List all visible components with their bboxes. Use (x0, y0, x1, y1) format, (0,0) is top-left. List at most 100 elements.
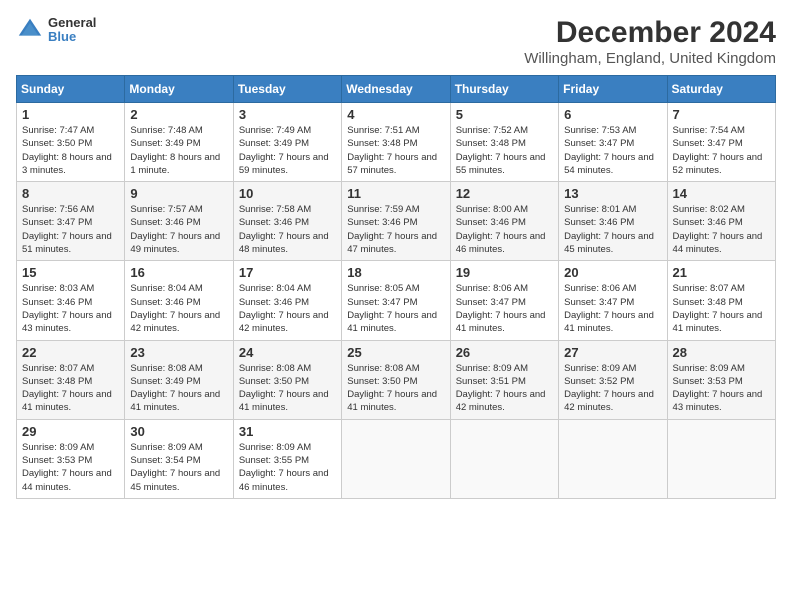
sunset-label: Sunset: 3:51 PM (456, 376, 526, 387)
calendar-week-2: 8 Sunrise: 7:56 AM Sunset: 3:47 PM Dayli… (17, 182, 776, 261)
sunrise-label: Sunrise: 8:09 AM (456, 363, 528, 374)
sunset-label: Sunset: 3:53 PM (22, 455, 92, 466)
day-number: 24 (239, 345, 336, 360)
weekday-header-wednesday: Wednesday (342, 76, 450, 103)
daylight-label: Daylight: 7 hours and 42 minutes. (564, 389, 654, 413)
calendar-cell: 11 Sunrise: 7:59 AM Sunset: 3:46 PM Dayl… (342, 182, 450, 261)
calendar-cell: 29 Sunrise: 8:09 AM Sunset: 3:53 PM Dayl… (17, 419, 125, 498)
day-number: 30 (130, 424, 227, 439)
day-number: 31 (239, 424, 336, 439)
sunrise-label: Sunrise: 7:49 AM (239, 125, 311, 136)
day-info: Sunrise: 8:09 AM Sunset: 3:53 PM Dayligh… (22, 441, 119, 494)
daylight-label: Daylight: 7 hours and 45 minutes. (130, 468, 220, 492)
calendar-cell: 15 Sunrise: 8:03 AM Sunset: 3:46 PM Dayl… (17, 261, 125, 340)
calendar-cell: 5 Sunrise: 7:52 AM Sunset: 3:48 PM Dayli… (450, 103, 558, 182)
calendar-cell: 26 Sunrise: 8:09 AM Sunset: 3:51 PM Dayl… (450, 340, 558, 419)
calendar-cell: 1 Sunrise: 7:47 AM Sunset: 3:50 PM Dayli… (17, 103, 125, 182)
sunset-label: Sunset: 3:46 PM (130, 297, 200, 308)
daylight-label: Daylight: 7 hours and 49 minutes. (130, 231, 220, 255)
calendar-cell: 31 Sunrise: 8:09 AM Sunset: 3:55 PM Dayl… (233, 419, 341, 498)
subtitle: Willingham, England, United Kingdom (524, 50, 776, 67)
day-number: 1 (22, 107, 119, 122)
sunset-label: Sunset: 3:48 PM (347, 138, 417, 149)
daylight-label: Daylight: 8 hours and 3 minutes. (22, 152, 112, 176)
day-number: 19 (456, 265, 553, 280)
day-number: 23 (130, 345, 227, 360)
sunrise-label: Sunrise: 8:06 AM (456, 283, 528, 294)
sunset-label: Sunset: 3:49 PM (130, 138, 200, 149)
calendar-cell (667, 419, 775, 498)
calendar-week-1: 1 Sunrise: 7:47 AM Sunset: 3:50 PM Dayli… (17, 103, 776, 182)
sunset-label: Sunset: 3:50 PM (347, 376, 417, 387)
day-number: 22 (22, 345, 119, 360)
sunset-label: Sunset: 3:46 PM (456, 217, 526, 228)
calendar-week-3: 15 Sunrise: 8:03 AM Sunset: 3:46 PM Dayl… (17, 261, 776, 340)
day-number: 27 (564, 345, 661, 360)
logo-icon (16, 16, 44, 44)
daylight-label: Daylight: 7 hours and 41 minutes. (673, 310, 763, 334)
calendar-cell: 7 Sunrise: 7:54 AM Sunset: 3:47 PM Dayli… (667, 103, 775, 182)
calendar-body: 1 Sunrise: 7:47 AM Sunset: 3:50 PM Dayli… (17, 103, 776, 499)
main-title: December 2024 (524, 16, 776, 50)
sunset-label: Sunset: 3:50 PM (22, 138, 92, 149)
day-info: Sunrise: 8:00 AM Sunset: 3:46 PM Dayligh… (456, 203, 553, 256)
sunrise-label: Sunrise: 8:04 AM (239, 283, 311, 294)
calendar-week-4: 22 Sunrise: 8:07 AM Sunset: 3:48 PM Dayl… (17, 340, 776, 419)
day-number: 18 (347, 265, 444, 280)
calendar-cell: 12 Sunrise: 8:00 AM Sunset: 3:46 PM Dayl… (450, 182, 558, 261)
day-number: 6 (564, 107, 661, 122)
calendar-cell: 14 Sunrise: 8:02 AM Sunset: 3:46 PM Dayl… (667, 182, 775, 261)
title-area: December 2024 Willingham, England, Unite… (524, 16, 776, 67)
calendar-cell: 13 Sunrise: 8:01 AM Sunset: 3:46 PM Dayl… (559, 182, 667, 261)
day-info: Sunrise: 8:09 AM Sunset: 3:55 PM Dayligh… (239, 441, 336, 494)
day-number: 7 (673, 107, 770, 122)
daylight-label: Daylight: 7 hours and 43 minutes. (22, 310, 112, 334)
weekday-header-friday: Friday (559, 76, 667, 103)
logo-blue: Blue (48, 30, 96, 44)
day-number: 11 (347, 186, 444, 201)
calendar-cell: 25 Sunrise: 8:08 AM Sunset: 3:50 PM Dayl… (342, 340, 450, 419)
sunrise-label: Sunrise: 8:09 AM (130, 442, 202, 453)
calendar-cell: 2 Sunrise: 7:48 AM Sunset: 3:49 PM Dayli… (125, 103, 233, 182)
sunrise-label: Sunrise: 7:56 AM (22, 204, 94, 215)
day-info: Sunrise: 8:02 AM Sunset: 3:46 PM Dayligh… (673, 203, 770, 256)
sunset-label: Sunset: 3:55 PM (239, 455, 309, 466)
sunrise-label: Sunrise: 8:00 AM (456, 204, 528, 215)
day-info: Sunrise: 8:08 AM Sunset: 3:49 PM Dayligh… (130, 362, 227, 415)
day-info: Sunrise: 7:51 AM Sunset: 3:48 PM Dayligh… (347, 124, 444, 177)
weekday-header-row: SundayMondayTuesdayWednesdayThursdayFrid… (17, 76, 776, 103)
sunset-label: Sunset: 3:46 PM (673, 217, 743, 228)
day-number: 15 (22, 265, 119, 280)
sunrise-label: Sunrise: 8:09 AM (673, 363, 745, 374)
sunset-label: Sunset: 3:47 PM (456, 297, 526, 308)
day-info: Sunrise: 7:47 AM Sunset: 3:50 PM Dayligh… (22, 124, 119, 177)
sunrise-label: Sunrise: 8:09 AM (22, 442, 94, 453)
day-info: Sunrise: 8:08 AM Sunset: 3:50 PM Dayligh… (239, 362, 336, 415)
day-info: Sunrise: 7:57 AM Sunset: 3:46 PM Dayligh… (130, 203, 227, 256)
day-info: Sunrise: 8:09 AM Sunset: 3:54 PM Dayligh… (130, 441, 227, 494)
daylight-label: Daylight: 7 hours and 44 minutes. (673, 231, 763, 255)
sunrise-label: Sunrise: 8:02 AM (673, 204, 745, 215)
day-info: Sunrise: 8:05 AM Sunset: 3:47 PM Dayligh… (347, 282, 444, 335)
sunrise-label: Sunrise: 7:58 AM (239, 204, 311, 215)
day-number: 29 (22, 424, 119, 439)
sunrise-label: Sunrise: 7:54 AM (673, 125, 745, 136)
day-number: 21 (673, 265, 770, 280)
daylight-label: Daylight: 7 hours and 43 minutes. (673, 389, 763, 413)
sunrise-label: Sunrise: 7:48 AM (130, 125, 202, 136)
day-number: 25 (347, 345, 444, 360)
sunset-label: Sunset: 3:52 PM (564, 376, 634, 387)
calendar-cell: 9 Sunrise: 7:57 AM Sunset: 3:46 PM Dayli… (125, 182, 233, 261)
daylight-label: Daylight: 7 hours and 46 minutes. (456, 231, 546, 255)
calendar-cell: 20 Sunrise: 8:06 AM Sunset: 3:47 PM Dayl… (559, 261, 667, 340)
sunset-label: Sunset: 3:46 PM (239, 217, 309, 228)
calendar-cell: 8 Sunrise: 7:56 AM Sunset: 3:47 PM Dayli… (17, 182, 125, 261)
day-info: Sunrise: 8:01 AM Sunset: 3:46 PM Dayligh… (564, 203, 661, 256)
calendar-cell: 16 Sunrise: 8:04 AM Sunset: 3:46 PM Dayl… (125, 261, 233, 340)
daylight-label: Daylight: 7 hours and 45 minutes. (564, 231, 654, 255)
daylight-label: Daylight: 7 hours and 41 minutes. (347, 389, 437, 413)
day-info: Sunrise: 7:53 AM Sunset: 3:47 PM Dayligh… (564, 124, 661, 177)
sunrise-label: Sunrise: 8:09 AM (564, 363, 636, 374)
daylight-label: Daylight: 7 hours and 41 minutes. (130, 389, 220, 413)
daylight-label: Daylight: 7 hours and 42 minutes. (456, 389, 546, 413)
